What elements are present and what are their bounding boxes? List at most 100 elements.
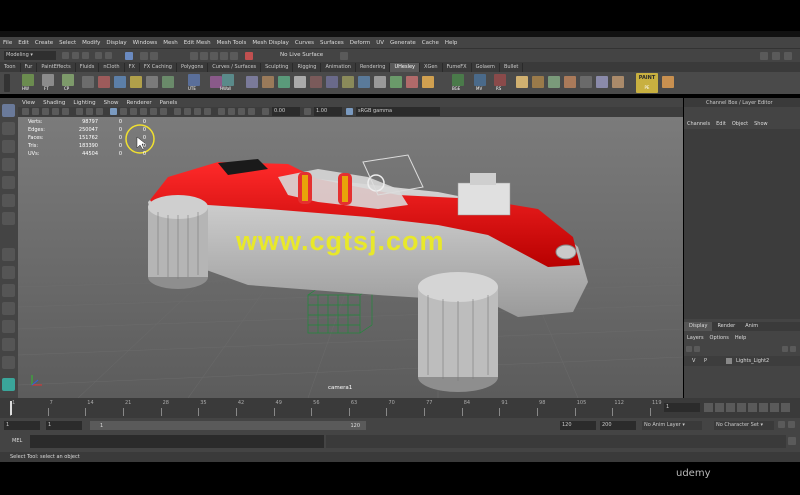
single-perspective-layout-icon[interactable] — [2, 248, 15, 261]
shelf-tab-fumefx[interactable]: FumeFX — [443, 62, 472, 72]
resolution-gate-icon[interactable] — [96, 108, 103, 115]
gamma-icon[interactable] — [304, 108, 311, 115]
animation-preferences-icon[interactable] — [788, 421, 795, 428]
playback-end-field[interactable]: 120 — [560, 421, 596, 430]
shelf-tool-icon[interactable] — [146, 76, 158, 88]
attribute-editor-icon[interactable] — [772, 52, 780, 60]
snap-curve-icon[interactable] — [200, 52, 208, 60]
four-view-layout-icon[interactable] — [2, 266, 15, 279]
shelf-tool-icon[interactable] — [564, 76, 576, 88]
smooth-shade-icon[interactable] — [120, 108, 127, 115]
shelf-ute-icon[interactable] — [188, 74, 200, 86]
shelf-tool-icon[interactable] — [374, 76, 386, 88]
shelf-box-icon[interactable] — [662, 76, 674, 88]
lights-icon[interactable] — [150, 108, 157, 115]
step-back-key-icon[interactable] — [715, 403, 724, 412]
menu-curves[interactable]: Curves — [292, 40, 317, 46]
shelf-rs-icon[interactable] — [494, 74, 506, 86]
channel-box-menu-object[interactable]: Object — [729, 120, 751, 129]
new-layer-selected-icon[interactable] — [790, 346, 796, 352]
wireframe-on-shaded-icon[interactable] — [130, 108, 137, 115]
shelf-tab-animation[interactable]: Animation — [321, 62, 356, 72]
viewport-perspective[interactable]: Verts: 98797 0 0 Edges: 250047 0 0 Faces: 151762 0… — [18, 117, 683, 398]
screen-space-ao-icon[interactable] — [218, 108, 225, 115]
live-surface-label[interactable]: No Live Surface — [280, 52, 323, 58]
select-tool-icon[interactable] — [2, 104, 15, 117]
menu-mesh-tools[interactable]: Mesh Tools — [214, 40, 250, 46]
snap-view-plane-icon[interactable] — [220, 52, 228, 60]
current-time-marker[interactable] — [10, 401, 12, 415]
shelf-tab-fx-caching[interactable]: FX Caching — [140, 62, 177, 72]
viewport-menu-lighting[interactable]: Lighting — [69, 100, 99, 106]
grid-icon[interactable] — [76, 108, 83, 115]
shelf-cp-icon[interactable] — [62, 74, 74, 86]
render-frame-icon[interactable] — [340, 52, 348, 60]
menu-mesh-display[interactable]: Mesh Display — [249, 40, 292, 46]
shelf-tab-fur[interactable]: Fur — [21, 62, 38, 72]
shelf-tab-xgen[interactable]: XGen — [420, 62, 443, 72]
shelf-tool-icon[interactable] — [278, 76, 290, 88]
textured-icon[interactable] — [140, 108, 147, 115]
anti-aliasing-icon[interactable] — [238, 108, 245, 115]
shelf-tab-fluids[interactable]: Fluids — [76, 62, 100, 72]
character-set-select[interactable]: No Character Set ▾ — [714, 421, 774, 430]
menu-uv[interactable]: UV — [373, 40, 387, 46]
xray-joints-icon[interactable] — [194, 108, 201, 115]
layer-color-swatch[interactable] — [726, 358, 732, 364]
undo-icon[interactable] — [95, 52, 102, 59]
shelf-tool-icon[interactable] — [262, 76, 274, 88]
shelf-tab-polygons[interactable]: Polygons — [177, 62, 209, 72]
shelf-tab-curves-surfaces[interactable]: Curves / Surfaces — [208, 62, 262, 72]
wireframe-icon[interactable] — [110, 108, 117, 115]
image-plane-icon[interactable] — [52, 108, 59, 115]
menu-mesh[interactable]: Mesh — [160, 40, 180, 46]
layer-menu-layers[interactable]: Layers — [684, 334, 707, 343]
channel-box-toggle-icon[interactable] — [784, 52, 792, 60]
script-editor-icon[interactable] — [788, 437, 796, 445]
layer-name[interactable]: Lights_Light2 — [736, 358, 769, 364]
layer-row[interactable]: V P Lights_Light2 — [684, 356, 800, 366]
shelf-paint-icon[interactable]: PAINT PE — [636, 73, 658, 93]
viewport-menu-shading[interactable]: Shading — [39, 100, 69, 106]
viewport-menu-view[interactable]: View — [18, 100, 39, 106]
menu-modify[interactable]: Modify — [79, 40, 103, 46]
isolate-select-icon[interactable] — [174, 108, 181, 115]
viewport-menu-renderer[interactable]: Renderer — [122, 100, 155, 106]
new-layer-icon[interactable] — [782, 346, 788, 352]
step-forward-frame-icon[interactable] — [759, 403, 768, 412]
select-component-icon[interactable] — [150, 52, 158, 60]
shelf-ft-icon[interactable] — [42, 74, 54, 86]
shelf-tool-icon[interactable] — [516, 76, 528, 88]
menu-deform[interactable]: Deform — [347, 40, 373, 46]
move-layer-down-icon[interactable] — [694, 346, 700, 352]
menu-surfaces[interactable]: Surfaces — [317, 40, 347, 46]
range-slider-bar[interactable]: 1 120 — [90, 421, 366, 430]
shelf-tool-icon[interactable] — [342, 76, 354, 88]
shelf-tab-bullet[interactable]: Bullet — [500, 62, 524, 72]
select-object-icon[interactable] — [140, 52, 148, 60]
layout-icon[interactable] — [2, 338, 15, 351]
shelf-tab-uhesley[interactable]: UHesley — [390, 62, 421, 72]
move-tool-icon[interactable] — [2, 158, 15, 171]
xray-components-icon[interactable] — [204, 108, 211, 115]
shelf-tool-icon[interactable] — [548, 76, 560, 88]
mash-icon[interactable] — [2, 378, 15, 391]
open-scene-icon[interactable] — [72, 52, 79, 59]
shelf-bge-icon[interactable] — [452, 74, 464, 86]
layout-icon[interactable] — [2, 284, 15, 297]
rotate-tool-icon[interactable] — [2, 176, 15, 189]
shelf-tool-icon[interactable] — [162, 76, 174, 88]
shelf-tool-icon[interactable] — [390, 76, 402, 88]
menu-windows[interactable]: Windows — [130, 40, 161, 46]
shelf-tool-icon[interactable] — [246, 76, 258, 88]
magnet-icon[interactable] — [245, 52, 253, 60]
channel-box-menu-edit[interactable]: Edit — [713, 120, 729, 129]
bookmark-icon[interactable] — [42, 108, 49, 115]
layout-icon[interactable] — [2, 356, 15, 369]
new-scene-icon[interactable] — [62, 52, 69, 59]
modeling-toolkit-icon[interactable] — [760, 52, 768, 60]
exposure-icon[interactable] — [262, 108, 269, 115]
shelf-tool-icon[interactable] — [310, 76, 322, 88]
shelf-tab-golaem[interactable]: Golaem — [472, 62, 500, 72]
select-by-hierarchy-icon[interactable] — [125, 52, 133, 60]
